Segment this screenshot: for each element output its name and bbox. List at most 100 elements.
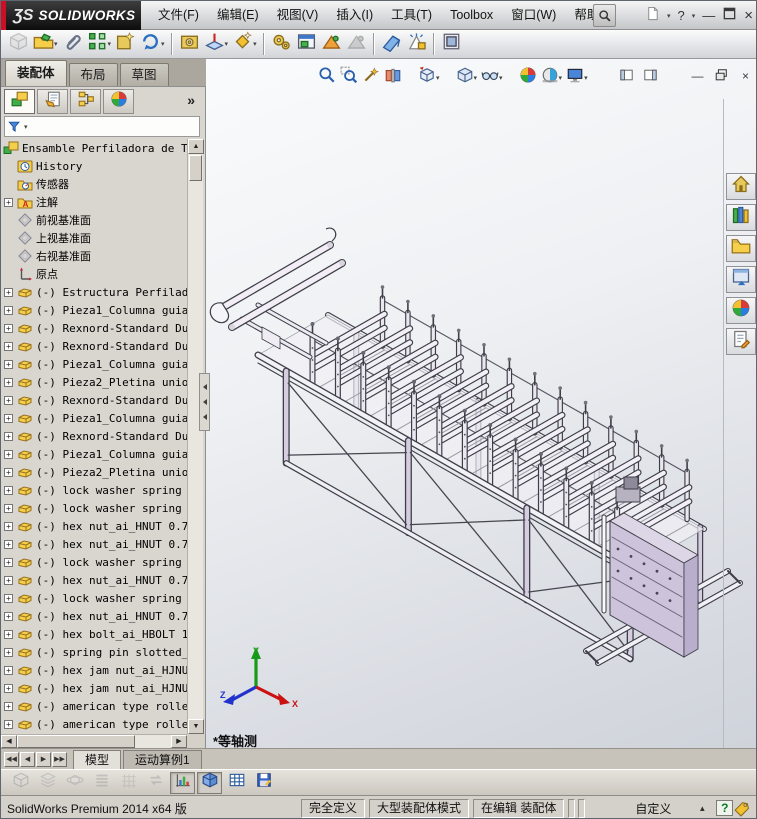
tree-item-18[interactable]: + (-) Pieza2_Pletina unio	[1, 463, 187, 481]
panel-splitter-handle[interactable]	[199, 373, 210, 431]
search-button[interactable]	[593, 4, 616, 27]
simulation-button[interactable]	[319, 31, 344, 57]
expand-toggle[interactable]: +	[4, 431, 13, 441]
help-button[interactable]: ?	[677, 8, 684, 23]
scroll-up-button[interactable]: ▲	[188, 139, 204, 154]
section-tool-button[interactable]	[379, 31, 404, 57]
tree-item-26[interactable]: + (-) hex nut_ai_HNUT 0.7	[1, 607, 187, 625]
dropdown-arrow[interactable]: ▾	[499, 74, 503, 82]
expand-toggle[interactable]: +	[4, 611, 13, 621]
dropdown-arrow[interactable]: ▾	[108, 40, 112, 48]
table-view-button[interactable]	[224, 772, 249, 794]
tree-item-23[interactable]: + (-) lock washer spring	[1, 553, 187, 571]
expand-toggle[interactable]: +	[4, 593, 13, 603]
quick-tips-button[interactable]: ?	[716, 800, 734, 816]
new-document-button[interactable]	[645, 6, 660, 26]
exploded-view-button[interactable]	[294, 31, 319, 57]
view-palette-button[interactable]	[726, 266, 756, 293]
open-document-button[interactable]: ▾	[31, 31, 60, 57]
tree-item-8[interactable]: + (-) Estructura Perfilad	[1, 283, 187, 301]
minimize-document-button[interactable]: —	[689, 68, 706, 84]
design-library-button[interactable]	[726, 204, 756, 231]
tree-horizontal-scrollbar[interactable]: ◀ ▶	[1, 734, 187, 748]
tree-item-9[interactable]: + (-) Pieza1_Columna guia	[1, 301, 187, 319]
close-document-button[interactable]: ×	[737, 68, 754, 84]
chart-view-button[interactable]	[170, 771, 195, 794]
tree-item-15[interactable]: + (-) Pieza1_Columna guia	[1, 409, 187, 427]
view-settings-button[interactable]: ▾	[564, 66, 590, 89]
configuration-manager-tab[interactable]	[70, 89, 101, 114]
new-document-dropdown[interactable]: ▾	[667, 12, 671, 20]
tree-item-19[interactable]: + (-) lock washer spring	[1, 481, 187, 499]
apply-scene-button[interactable]: ▾	[539, 66, 565, 89]
assembly-features-button[interactable]	[177, 31, 202, 57]
menu-item-3[interactable]: 插入(I)	[327, 1, 382, 30]
expand-toggle[interactable]: +	[4, 719, 13, 729]
tree-item-3[interactable]: + A 注解	[1, 193, 187, 211]
expand-toggle[interactable]: +	[4, 503, 13, 513]
simulation-advisor-button[interactable]	[404, 31, 429, 57]
reference-geometry-button[interactable]: ▾	[202, 31, 231, 57]
expand-toggle[interactable]: +	[4, 341, 13, 351]
expand-toggle[interactable]: +	[4, 557, 13, 567]
mate-button[interactable]	[60, 31, 85, 57]
tree-item-31[interactable]: + (-) american type rolle	[1, 697, 187, 715]
feature-manager-tab[interactable]	[4, 89, 35, 114]
dropdown-arrow[interactable]: ▾	[225, 40, 229, 48]
expand-toggle[interactable]: +	[4, 305, 13, 315]
custom-properties-button[interactable]	[726, 328, 756, 355]
menu-item-1[interactable]: 编辑(E)	[208, 1, 268, 30]
appearances-scenes-button[interactable]	[726, 297, 756, 324]
scroll-right-button[interactable]: ▶	[171, 735, 187, 748]
tree-item-28[interactable]: + (-) spring pin slotted_	[1, 643, 187, 661]
tree-item-4[interactable]: 前视基准面	[1, 211, 187, 229]
expand-toggle[interactable]: +	[4, 539, 13, 549]
solidworks-resources-button[interactable]	[726, 173, 756, 200]
tree-item-21[interactable]: + (-) hex nut_ai_HNUT 0.7	[1, 517, 187, 535]
restore-document-button[interactable]	[713, 68, 730, 84]
component-pattern-button[interactable]: ▾	[85, 31, 114, 57]
hide-show-items-button[interactable]: ▾	[479, 66, 505, 89]
tree-item-17[interactable]: + (-) Pieza1_Columna guia	[1, 445, 187, 463]
graphics-viewport[interactable]: ▾ ▾ ▾ ▾ ▾ — × Y X Z *等轴测	[206, 59, 756, 748]
expand-toggle[interactable]: +	[4, 413, 13, 423]
dropdown-arrow[interactable]: ▾	[474, 74, 478, 82]
expand-toggle[interactable]: +	[4, 197, 13, 207]
dropdown-arrow[interactable]: ▾	[436, 74, 440, 82]
tree-item-29[interactable]: + (-) hex jam nut_ai_HJNU	[1, 661, 187, 679]
expand-toggle[interactable]: +	[4, 395, 13, 405]
filter-input[interactable]	[30, 118, 199, 135]
expand-toggle[interactable]: +	[4, 683, 13, 693]
tree-item-12[interactable]: + (-) Pieza1_Columna guia	[1, 355, 187, 373]
filter-icon[interactable]	[8, 120, 22, 134]
tag-icon[interactable]	[733, 800, 750, 817]
save-view-button[interactable]	[251, 772, 276, 794]
tree-item-22[interactable]: + (-) hex nut_ai_HNUT 0.7	[1, 535, 187, 553]
tree-item-30[interactable]: + (-) hex jam nut_ai_HJNU	[1, 679, 187, 697]
tree-item-20[interactable]: + (-) lock washer spring	[1, 499, 187, 517]
expand-toggle[interactable]: +	[4, 323, 13, 333]
command-tab-1[interactable]: 布局	[68, 63, 118, 86]
scroll-down-button[interactable]: ▼	[188, 719, 204, 734]
tree-item-1[interactable]: History	[1, 157, 187, 175]
help-dropdown[interactable]: ▾	[692, 12, 696, 20]
scroll-left-button[interactable]: ◀	[1, 735, 17, 748]
menu-item-6[interactable]: 窗口(W)	[502, 1, 565, 30]
tree-vertical-scrollbar[interactable]: ▲ ▼	[187, 139, 204, 734]
tree-item-16[interactable]: + (-) Rexnord-Standard Du	[1, 427, 187, 445]
zoom-to-area-button[interactable]	[338, 66, 360, 89]
study-nav-2[interactable]: ▶	[36, 752, 51, 767]
move-component-button[interactable]: ▾	[138, 31, 167, 57]
expand-toggle[interactable]: +	[4, 629, 13, 639]
expand-toggle[interactable]: +	[4, 521, 13, 531]
file-explorer-button[interactable]	[726, 235, 756, 262]
shaded-view-button[interactable]	[197, 771, 222, 794]
study-nav-0[interactable]: ◀◀	[4, 752, 19, 767]
expand-toggle[interactable]: +	[4, 467, 13, 477]
close-button[interactable]: ×	[744, 7, 753, 24]
expand-toggle[interactable]: +	[4, 575, 13, 585]
collapse-right-pane-button[interactable]	[642, 68, 659, 84]
view-orientation-button[interactable]: ▾	[416, 66, 442, 89]
custom-dropdown-arrow[interactable]: ▲	[698, 804, 706, 813]
tree-item-7[interactable]: 原点	[1, 265, 187, 283]
